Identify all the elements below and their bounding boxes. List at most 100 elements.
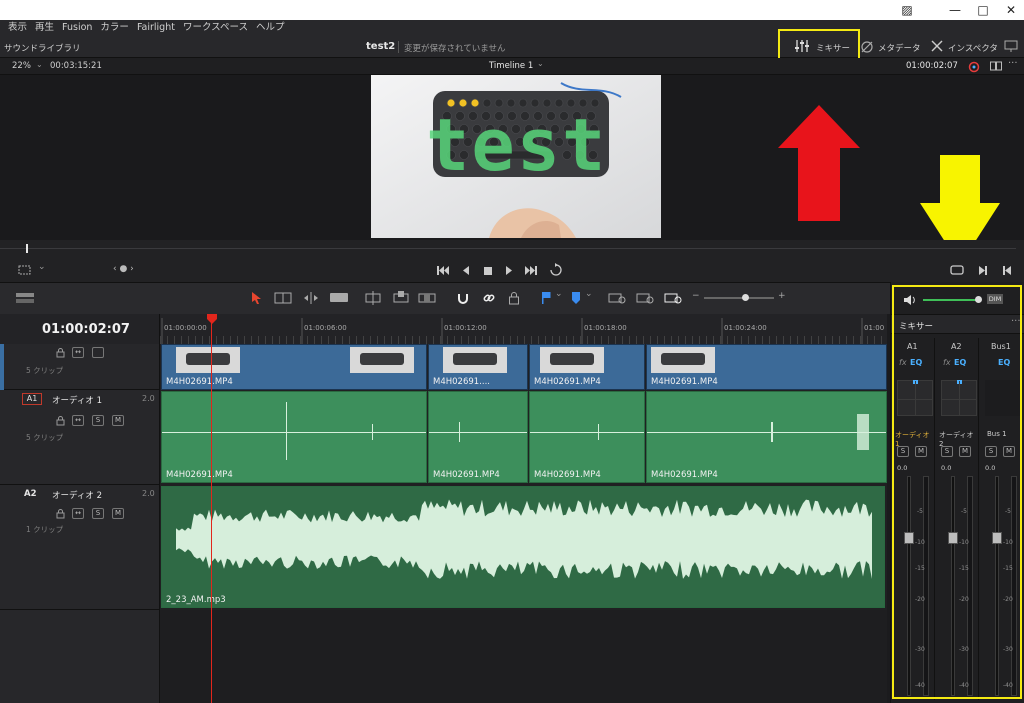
timeline-timecode: 01:00:02:07	[42, 322, 130, 337]
minimize-button[interactable]: —	[940, 2, 970, 18]
color-wheel-icon[interactable]	[968, 61, 980, 76]
snapping-icon[interactable]	[456, 291, 470, 308]
fullscreen-viewer-icon[interactable]	[1004, 40, 1018, 55]
blade-tool-icon[interactable]	[330, 293, 348, 306]
video-clip[interactable]: M4H02691.MP4	[646, 344, 887, 390]
audio1-track-id[interactable]: A1	[22, 393, 42, 405]
lock-track-icon[interactable]	[56, 416, 65, 429]
zoom-slider[interactable]	[704, 297, 774, 299]
next-frame-icon[interactable]	[978, 265, 988, 279]
audio2-mute-button[interactable]: M	[112, 508, 124, 519]
auto-select-icon[interactable]: ↔	[72, 347, 84, 358]
zoom-full-icon[interactable]	[608, 291, 626, 308]
audio1-mute-button[interactable]: M	[112, 415, 124, 426]
reverse-play-icon[interactable]	[461, 265, 471, 279]
insert-clip-icon[interactable]	[364, 291, 382, 308]
project-name: test2	[366, 41, 396, 52]
video-clip[interactable]: M4H02691.MP4	[529, 344, 645, 390]
zoom-detail-icon[interactable]	[636, 291, 654, 308]
menu-view[interactable]: 表示	[8, 20, 27, 36]
minimize-to-tray-icon[interactable]: ▨	[892, 2, 922, 18]
timeline-ruler[interactable]: 01:00:00:00 01:00:06:00 01:00:12:00 01:0…	[160, 314, 887, 344]
trim-tool-icon[interactable]	[274, 292, 292, 307]
audio2-track-id[interactable]: A2	[24, 489, 37, 499]
audio1-solo-button[interactable]: S	[92, 415, 104, 426]
scrubber-playhead[interactable]	[26, 244, 28, 253]
zoom-out-icon[interactable]: −	[692, 291, 700, 301]
play-icon[interactable]	[504, 265, 514, 279]
video-track-header[interactable]: ↔ 5 クリップ	[0, 344, 160, 390]
audio-clip[interactable]: 2_23_AM.mp3	[161, 486, 885, 608]
audio-clip[interactable]: M4H02691.MP4	[529, 391, 645, 483]
position-lock-icon[interactable]	[508, 291, 520, 308]
stop-icon[interactable]	[483, 266, 493, 279]
dual-viewer-icon[interactable]	[990, 61, 1002, 75]
menu-fusion[interactable]: Fusion	[62, 20, 92, 36]
viewer-timecode: 01:00:02:07	[906, 61, 958, 71]
marker-dropdown-icon[interactable]: ⌄	[585, 289, 593, 299]
audio1-track-header[interactable]: A1 オーディオ 1 2.0 ↔ S M 5 クリップ	[0, 390, 160, 485]
menu-color[interactable]: カラー	[100, 20, 129, 36]
audio-clip-name: 2_23_AM.mp3	[166, 595, 226, 605]
audio-clip[interactable]: M4H02691.MP4	[646, 391, 887, 483]
empty-track-header	[0, 610, 160, 703]
audio1-track[interactable]: M4H02691.MP4 M4H02691.MP4 M4H02691.MP4 M…	[160, 390, 887, 485]
auto-select-icon[interactable]: ↔	[72, 415, 84, 426]
close-button[interactable]: ✕	[996, 2, 1024, 18]
video-track[interactable]: M4H02691.MP4 M4H02691.... M4H02691.MP4 M…	[160, 344, 887, 390]
audio2-track-header[interactable]: A2 オーディオ 2 2.0 ↔ S M 1 クリップ	[0, 485, 160, 610]
flag-icon[interactable]	[540, 291, 552, 308]
replace-clip-icon[interactable]	[418, 291, 436, 308]
dynamic-trim-icon[interactable]	[302, 292, 320, 307]
flag-dropdown-icon[interactable]: ⌄	[555, 289, 563, 299]
menu-playback[interactable]: 再生	[35, 20, 54, 36]
audio-clip[interactable]: M4H02691.MP4	[161, 391, 427, 483]
video-clip[interactable]: M4H02691.MP4	[161, 344, 427, 390]
disable-track-icon[interactable]	[92, 347, 104, 358]
metadata-button[interactable]: メタデータ	[878, 42, 921, 54]
audio2-solo-button[interactable]: S	[92, 508, 104, 519]
linked-selection-icon[interactable]	[482, 291, 496, 308]
go-to-start-icon[interactable]	[436, 265, 450, 279]
zoom-dropdown-icon[interactable]: ⌄	[36, 60, 43, 69]
menu-fairlight[interactable]: Fairlight	[137, 20, 175, 36]
lock-track-icon[interactable]	[56, 348, 65, 361]
audio-clip[interactable]: M4H02691.MP4	[428, 391, 528, 483]
marker-icon[interactable]	[570, 291, 582, 308]
more-options-icon[interactable]: ···	[1008, 58, 1018, 69]
viewer-size-dropdown-icon[interactable]: ⌄	[38, 262, 46, 272]
zoom-custom-icon[interactable]	[664, 291, 682, 308]
menu-workspace[interactable]: ワークスペース	[183, 20, 248, 36]
overwrite-clip-icon[interactable]	[392, 291, 410, 308]
timeline-view-options-icon[interactable]	[16, 293, 34, 307]
match-frame-icon[interactable]	[950, 264, 964, 279]
transport-controls: ⌄ ‹ ● ›	[0, 260, 1024, 282]
viewer-size-icon[interactable]	[18, 264, 32, 279]
viewer-scrubber[interactable]	[0, 240, 1024, 260]
playhead-line[interactable]	[211, 314, 212, 703]
sound-library-tab[interactable]: サウンドライブラリ	[4, 42, 81, 54]
auto-select-icon[interactable]: ↔	[72, 508, 84, 519]
lock-track-icon[interactable]	[56, 509, 65, 522]
timeline-name[interactable]: Timeline 1	[489, 61, 533, 71]
menu-help[interactable]: ヘルプ	[256, 20, 285, 36]
zoom-in-icon[interactable]: +	[778, 291, 786, 301]
timeline-dropdown-icon[interactable]: ⌄	[537, 59, 544, 68]
audio1-track-name[interactable]: オーディオ 1	[52, 394, 102, 406]
zoom-slider-handle[interactable]	[742, 294, 749, 301]
loop-icon[interactable]	[548, 263, 564, 280]
last-frame-icon[interactable]	[1002, 265, 1012, 279]
metadata-icon	[860, 40, 874, 56]
audio2-track-name[interactable]: オーディオ 2	[52, 489, 102, 501]
selection-tool-icon[interactable]	[250, 291, 262, 308]
video-clip[interactable]: M4H02691....	[428, 344, 528, 390]
go-to-end-icon[interactable]	[524, 265, 538, 279]
frame-nav-icon[interactable]: ‹ ● ›	[113, 264, 134, 274]
maximize-button[interactable]: □	[968, 2, 998, 18]
playhead-handle[interactable]	[207, 314, 217, 327]
viewer-toolbar: 22% ⌄ 00:03:15:21 Timeline 1 ⌄ 01:00:02:…	[0, 58, 1024, 75]
ruler-label: 01:00:24:00	[724, 324, 767, 332]
audio2-track[interactable]: 2_23_AM.mp3	[160, 485, 887, 610]
inspector-button[interactable]: インスペクタ	[948, 42, 998, 54]
zoom-level[interactable]: 22%	[12, 61, 31, 71]
